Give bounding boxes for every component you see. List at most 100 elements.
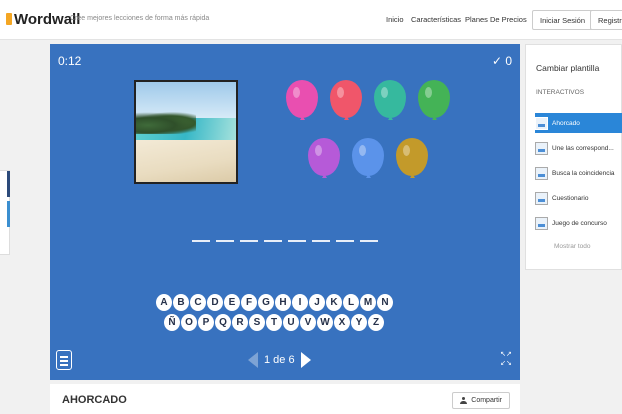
letter-key[interactable]: Y (351, 314, 367, 331)
show-all-link[interactable]: Mostrar todo (554, 243, 591, 250)
letter-key[interactable]: L (343, 294, 359, 311)
letter-key[interactable]: Z (368, 314, 384, 331)
letter-key[interactable]: Ñ (164, 314, 180, 331)
letter-key[interactable]: D (207, 294, 223, 311)
pager: 1 de 6 (248, 352, 311, 368)
nav-inicio[interactable]: Inicio (386, 15, 404, 24)
balloon-shine (381, 87, 388, 98)
letter-key[interactable]: X (334, 314, 350, 331)
template-thumb-icon (535, 166, 548, 180)
letter-key[interactable]: H (275, 294, 291, 311)
balloon-shine (337, 87, 344, 98)
nav-planes[interactable]: Planes De Precios (465, 15, 527, 24)
fullscreen-icon[interactable]: ↖↗ ↙↘ (498, 350, 514, 368)
register-button[interactable]: Registra (590, 10, 622, 30)
left-edge-panel[interactable] (0, 170, 10, 255)
login-button[interactable]: Iniciar Sesión (532, 10, 594, 30)
balloon (352, 138, 384, 176)
letter-blank (288, 240, 306, 242)
share-icon (460, 397, 468, 404)
balloon (374, 80, 406, 118)
image-sand (136, 140, 236, 182)
template-item-concurso[interactable]: Juego de concurso (535, 213, 622, 233)
letter-key[interactable]: V (300, 314, 316, 331)
template-item-label: Cuestionario (552, 194, 589, 202)
image-trees (136, 112, 196, 134)
template-item-label: Une las correspond... (552, 144, 614, 152)
share-button[interactable]: Compartir (452, 392, 510, 409)
letter-blank (216, 240, 234, 242)
letter-keys-row-2: ÑOPQRSTUVWXYZ (164, 314, 384, 331)
letter-blank (192, 240, 210, 242)
balloon (286, 80, 318, 118)
template-item-cuestionario[interactable]: Cuestionario (535, 188, 622, 208)
letter-keys-row-1: ABCDEFGHIJKLMN (156, 294, 393, 311)
template-thumb-icon (535, 116, 548, 130)
game-stage: 0:12 ✓ 0 ABCDEFGHIJKLMN ÑOPQRSTUVWXYZ 1 … (50, 44, 520, 380)
word-blanks (192, 240, 378, 242)
template-panel: Cambiar plantilla INTERACTIVOS Ahorcado … (525, 44, 622, 270)
top-bar: Wordwall Cree mejores lecciones de forma… (0, 0, 622, 40)
letter-key[interactable]: U (283, 314, 299, 331)
balloon-shine (293, 87, 300, 98)
balloon-shine (403, 145, 410, 156)
score: ✓ 0 (491, 54, 512, 68)
balloon (330, 80, 362, 118)
panel-section-label: INTERACTIVOS (536, 89, 585, 96)
letter-blank (312, 240, 330, 242)
letter-key[interactable]: I (292, 294, 308, 311)
share-label: Compartir (471, 397, 502, 404)
previous-arrow-icon[interactable] (248, 352, 258, 368)
template-thumb-icon (535, 216, 548, 230)
menu-line (60, 364, 68, 366)
letter-key[interactable]: J (309, 294, 325, 311)
template-item-label: Juego de concurso (552, 219, 607, 227)
nav-caracteristicas[interactable]: Características (411, 15, 461, 24)
activity-title: AHORCADO (62, 394, 127, 406)
template-item-busca[interactable]: Busca la coincidencia (535, 163, 622, 183)
balloon (418, 80, 450, 118)
letter-blank (336, 240, 354, 242)
page-indicator: 1 de 6 (264, 354, 295, 366)
letter-key[interactable]: F (241, 294, 257, 311)
menu-line (60, 360, 68, 362)
letter-key[interactable]: T (266, 314, 282, 331)
timer: 0:12 (58, 54, 82, 68)
template-item-ahorcado[interactable]: Ahorcado (535, 113, 622, 133)
template-item-label: Ahorcado (552, 119, 580, 127)
letter-key[interactable]: P (198, 314, 214, 331)
letter-key[interactable]: Q (215, 314, 231, 331)
left-edge-tab-1[interactable] (7, 171, 10, 197)
letter-key[interactable]: A (156, 294, 172, 311)
balloon-shine (425, 87, 432, 98)
letter-key[interactable]: R (232, 314, 248, 331)
balloon (308, 138, 340, 176)
template-item-une[interactable]: Une las correspond... (535, 138, 622, 158)
balloon-shine (315, 145, 322, 156)
letter-key[interactable]: M (360, 294, 376, 311)
letter-key[interactable]: O (181, 314, 197, 331)
letter-key[interactable]: K (326, 294, 342, 311)
letter-key[interactable]: C (190, 294, 206, 311)
template-thumb-icon (535, 141, 548, 155)
balloon-shine (359, 145, 366, 156)
menu-button[interactable] (56, 350, 72, 370)
clue-image (134, 80, 238, 184)
menu-line (60, 356, 68, 358)
letter-blank (360, 240, 378, 242)
next-arrow-icon[interactable] (300, 352, 311, 368)
letter-key[interactable]: W (317, 314, 333, 331)
letter-key[interactable]: G (258, 294, 274, 311)
tagline: Cree mejores lecciones de forma más rápi… (70, 15, 210, 22)
left-edge-tab-2[interactable] (7, 201, 10, 227)
letter-blank (240, 240, 258, 242)
letter-key[interactable]: B (173, 294, 189, 311)
letter-key[interactable]: E (224, 294, 240, 311)
letter-key[interactable]: S (249, 314, 265, 331)
balloon (396, 138, 428, 176)
letter-blank (264, 240, 282, 242)
logo-icon (6, 13, 12, 25)
template-thumb-icon (535, 191, 548, 205)
template-item-label: Busca la coincidencia (552, 169, 615, 177)
letter-key[interactable]: N (377, 294, 393, 311)
